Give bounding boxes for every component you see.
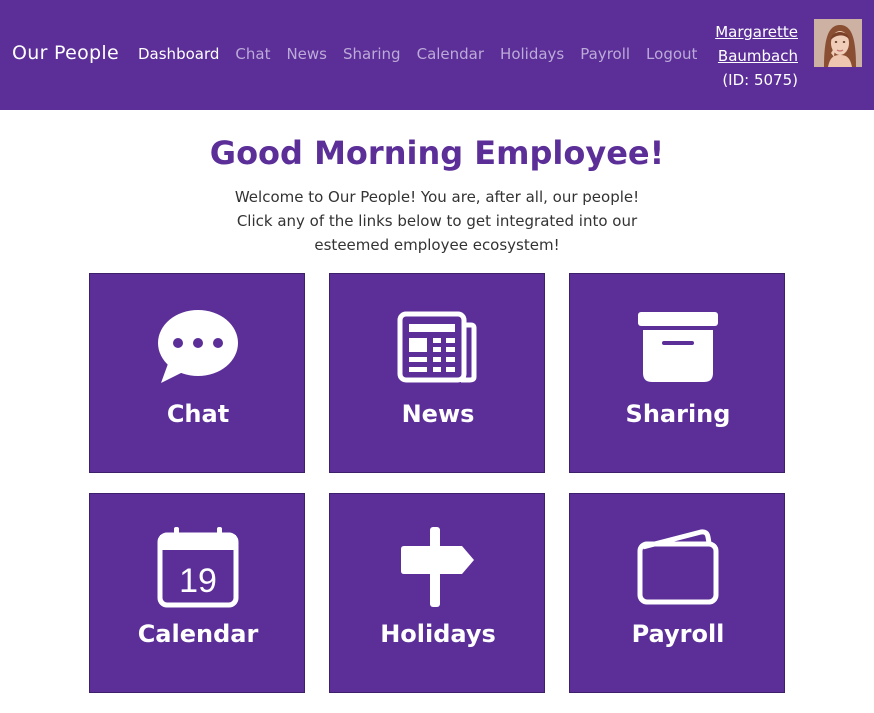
nav-calendar[interactable]: Calendar [417, 45, 484, 63]
nav-links: Dashboard Chat News Sharing Calendar Hol… [138, 45, 713, 63]
newspaper-icon [397, 311, 477, 383]
wallet-icon [637, 529, 719, 605]
top-navbar: Our People Dashboard Chat News Sharing C… [0, 0, 874, 110]
user-info: Margarette Baumbach (ID: 5075) [715, 20, 798, 92]
tile-calendar[interactable]: 19 Calendar [89, 493, 305, 693]
tile-chat-label: Chat [166, 400, 230, 428]
tile-sharing-label: Sharing [625, 400, 731, 428]
user-id: (ID: 5075) [722, 71, 798, 89]
calendar-icon: 19 [157, 527, 239, 608]
svg-text:19: 19 [179, 562, 217, 600]
archive-box-icon [638, 312, 718, 382]
chat-bubble-icon [158, 310, 238, 383]
tile-holidays-label: Holidays [380, 620, 496, 648]
brand-logo-text[interactable]: Our People [12, 42, 119, 64]
tile-sharing[interactable]: Sharing [569, 273, 785, 473]
tile-payroll-label: Payroll [631, 620, 725, 648]
tile-news-label: News [401, 400, 475, 428]
nav-news[interactable]: News [286, 45, 327, 63]
tile-calendar-label: Calendar [137, 620, 259, 648]
nav-holidays[interactable]: Holidays [500, 45, 564, 63]
nav-payroll[interactable]: Payroll [580, 45, 630, 63]
signpost-icon [401, 527, 474, 607]
avatar[interactable] [814, 19, 862, 67]
nav-dashboard[interactable]: Dashboard [138, 45, 219, 63]
avatar-portrait-icon [814, 19, 862, 67]
tile-news[interactable]: News [329, 273, 545, 473]
page-title: Good Morning Employee! [209, 134, 665, 172]
tile-chat[interactable]: Chat [89, 273, 305, 473]
nav-chat[interactable]: Chat [235, 45, 270, 63]
nav-sharing[interactable]: Sharing [343, 45, 401, 63]
tile-payroll[interactable]: Payroll [569, 493, 785, 693]
nav-logout[interactable]: Logout [646, 45, 697, 63]
user-first-name-link[interactable]: Margarette [715, 20, 798, 44]
tile-holidays[interactable]: Holidays [329, 493, 545, 693]
user-last-name-link[interactable]: Baumbach [715, 44, 798, 68]
intro-text: Welcome to Our People! You are, after al… [234, 188, 640, 254]
